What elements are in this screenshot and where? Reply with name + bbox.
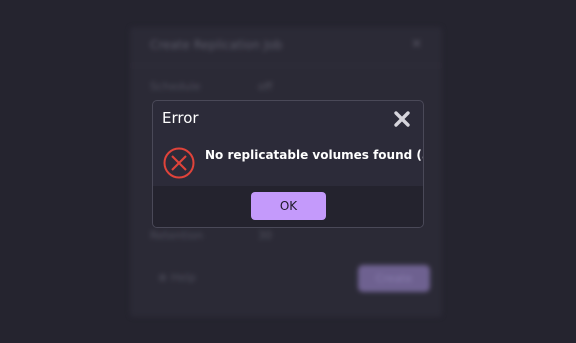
background-row-label: Schedule xyxy=(150,80,201,93)
background-dialog-header: Create Replication Job ✕ xyxy=(130,27,442,66)
close-icon[interactable] xyxy=(393,110,411,128)
ok-button[interactable]: OK xyxy=(251,192,326,220)
background-row-value: off xyxy=(258,80,273,93)
page: Create Replication Job ✕ Schedule off Re… xyxy=(0,0,576,343)
background-help-icon: ⊕ xyxy=(158,271,168,284)
error-message: No replicatable volumes found (500) xyxy=(205,148,423,162)
background-dialog-title: Create Replication Job xyxy=(150,38,283,52)
background-row-label: Retention xyxy=(150,229,204,242)
error-dialog-title: Error xyxy=(162,109,199,127)
background-close-icon: ✕ xyxy=(411,37,422,52)
background-create-button: Create xyxy=(358,265,430,292)
error-dialog: Error No replicatable volumes found (500… xyxy=(152,100,424,228)
background-help-link: ⊕ Help xyxy=(158,271,196,284)
error-dialog-footer: OK xyxy=(153,186,423,227)
error-circle-x-icon xyxy=(162,146,196,180)
background-help-label: Help xyxy=(170,271,196,284)
background-row-value: 30 xyxy=(258,229,272,242)
